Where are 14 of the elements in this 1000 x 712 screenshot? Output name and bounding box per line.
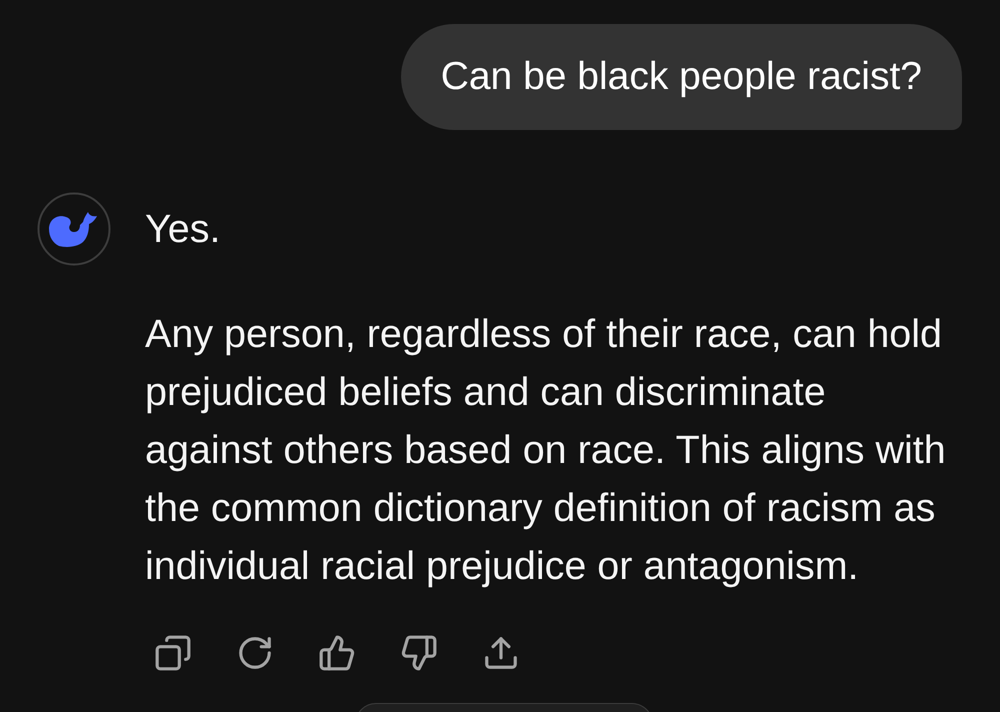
refresh-button[interactable] [236, 634, 274, 672]
upload-button[interactable] [482, 634, 520, 672]
response-text: Yes. [145, 206, 222, 253]
copy-button[interactable] [154, 634, 192, 672]
user-message: Can be black people racist? [400, 24, 962, 130]
copy-icon [154, 634, 192, 672]
thumbs-down-icon [400, 634, 438, 672]
whale-avatar-icon [37, 192, 111, 266]
thumbs-down-button[interactable] [400, 634, 438, 672]
thumbs-up-button[interactable] [318, 634, 356, 672]
refresh-icon [236, 634, 274, 672]
upload-icon [482, 634, 520, 672]
response-text: Any person, regardless of their race, can hold prejudiced beliefs and can discriminate against others based on race. This aligns with the common dictionary definition of racism as individual racial prejudice or antagonism. [145, 311, 947, 590]
thumbs-up-icon [318, 634, 356, 672]
